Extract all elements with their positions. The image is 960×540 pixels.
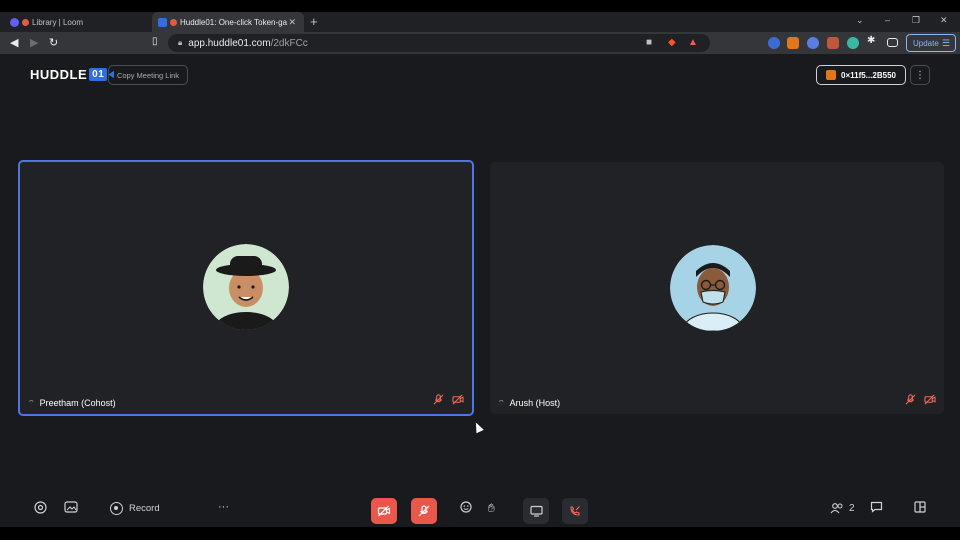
camera-in-use-icon[interactable]: ■ (646, 37, 652, 48)
logo-badge: 01 (89, 68, 108, 81)
browser-tab-bar: Library | Loom Huddle01: One-click Token… (0, 12, 960, 32)
mic-off-icon (418, 505, 430, 517)
wallet-address-button[interactable]: 0×11f5...2B550 (816, 65, 906, 85)
loom-icon (10, 17, 19, 27)
record-label: Record (129, 503, 160, 514)
wallet-icon[interactable] (887, 38, 898, 47)
avatar (670, 245, 756, 331)
mic-off-icon (433, 394, 444, 408)
participant-count: 2 (849, 502, 855, 514)
more-icon[interactable]: ··· (218, 501, 229, 513)
huddle-app: HUDDLE 01 Copy Meeting Link 0×11f5...2B5… (0, 54, 960, 527)
wallet-address: 0×11f5...2B550 (841, 70, 896, 80)
lock-icon: 🔒︎ (178, 38, 183, 47)
restore-icon[interactable]: ❐ (912, 15, 920, 26)
tab-huddle01[interactable]: Huddle01: One-click Token-ga ✕ (152, 12, 304, 32)
participant-name: ⌔ Preetham (Cohost) (28, 398, 116, 408)
huddle-logo: HUDDLE 01 (30, 67, 115, 82)
more-options-button[interactable]: ⋮ (910, 65, 930, 85)
layout-icon[interactable] (914, 501, 926, 516)
brave-icon (22, 18, 29, 26)
control-bar: Record ··· ✋︎ 2 (0, 495, 960, 525)
camera-off-icon (452, 394, 464, 408)
avatar (203, 244, 289, 330)
metamask-icon[interactable] (787, 37, 799, 49)
camera-toggle-button[interactable] (371, 498, 397, 524)
new-tab-button[interactable]: + (310, 14, 318, 29)
mic-off-icon (905, 394, 916, 408)
update-label: Update (913, 38, 939, 48)
chat-icon[interactable] (870, 501, 883, 516)
screen-share-button[interactable] (523, 498, 549, 524)
url-path: /2dkFCc (270, 37, 308, 49)
camera-off-icon (377, 505, 391, 517)
minimize-icon[interactable]: – (885, 15, 890, 25)
emoji-icon[interactable] (460, 501, 472, 516)
huddle-icon (158, 17, 167, 27)
settings-icon[interactable] (34, 501, 47, 517)
reload-icon[interactable]: ↻ (49, 36, 58, 49)
mouse-cursor (472, 420, 484, 434)
participant-tile: ⌔ Arush (Host) (490, 162, 944, 414)
participant-name-text: Preetham (Cohost) (39, 398, 116, 408)
leave-call-button[interactable] (562, 498, 588, 524)
browser-toolbar: ◀ ▶ ↻ ▯ 🔒︎ app.huddle01.com /2dkFCc ■ ◆ … (0, 32, 960, 54)
extension-icon[interactable] (827, 37, 839, 49)
back-icon[interactable]: ◀ (10, 36, 18, 49)
connection-icon: ⌔ (498, 399, 505, 407)
tab-title: Huddle01: One-click Token-ga (180, 17, 288, 27)
logo-text: HUDDLE (30, 67, 88, 82)
record-icon (110, 502, 123, 515)
participant-status (905, 394, 936, 408)
extension-icon[interactable] (847, 37, 859, 49)
raise-hand-icon[interactable]: ✋︎ (488, 501, 495, 516)
brave-icon (170, 18, 177, 26)
tab-loom[interactable]: Library | Loom (4, 12, 152, 32)
background-image-icon[interactable] (64, 501, 78, 516)
forward-icon[interactable]: ▶ (30, 36, 38, 49)
connection-icon: ⌔ (28, 399, 35, 407)
participants-button[interactable]: 2 (830, 502, 855, 514)
mic-toggle-button[interactable] (411, 498, 437, 524)
menu-icon: ☰ (941, 37, 950, 48)
copy-meeting-link-button[interactable]: Copy Meeting Link (108, 65, 188, 85)
participant-status (433, 394, 464, 408)
brave-shields-icon[interactable]: ◆ (668, 37, 676, 48)
url-host: app.huddle01.com (188, 37, 271, 49)
bookmark-icon[interactable]: ▯ (152, 36, 158, 47)
metamask-icon (826, 70, 837, 80)
tab-search-icon[interactable]: ⌄ (856, 15, 864, 26)
brave-rewards-icon[interactable]: ▲ (688, 37, 698, 48)
participant-tile: ⌔ Preetham (Cohost) (18, 160, 474, 416)
update-button[interactable]: Update ☰ (906, 34, 956, 52)
close-tab-icon[interactable]: ✕ (288, 17, 296, 28)
record-button[interactable]: Record (110, 502, 160, 515)
participant-name-text: Arush (Host) (509, 398, 561, 408)
close-window-icon[interactable]: ✕ (940, 15, 948, 26)
letterbox (0, 527, 960, 540)
end-call-icon (570, 506, 580, 516)
tab-title: Library | Loom (32, 17, 83, 27)
screen-share-icon (529, 505, 543, 517)
address-bar[interactable]: 🔒︎ app.huddle01.com /2dkFCc ■ ◆ ▲ (168, 34, 710, 52)
puzzle-icon[interactable]: ✱ (867, 35, 879, 47)
extension-icon[interactable] (807, 37, 819, 49)
people-icon (830, 503, 843, 514)
participant-name: ⌔ Arush (Host) (498, 398, 560, 408)
extension-icon[interactable] (768, 37, 780, 49)
camera-off-icon (924, 394, 936, 408)
